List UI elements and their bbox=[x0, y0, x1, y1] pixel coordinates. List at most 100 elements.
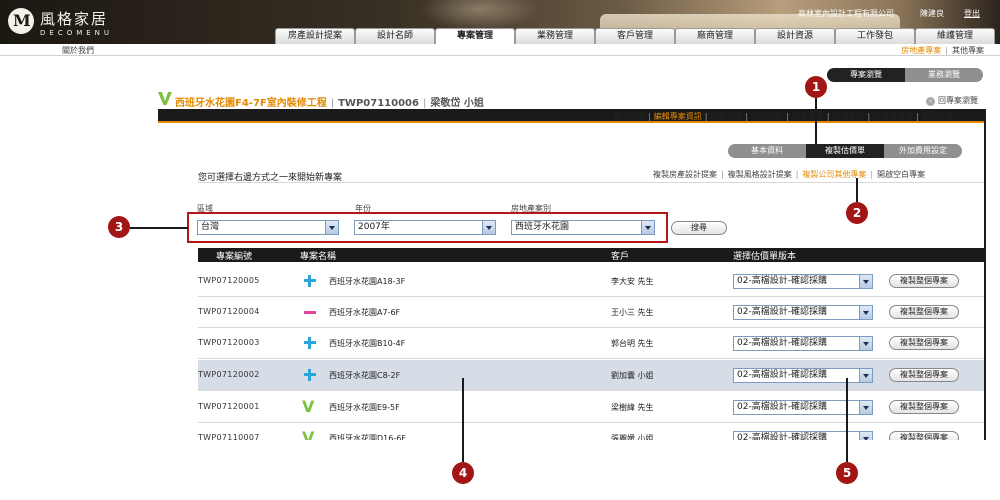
header-banner: 風格家居 DECOMENU 高林室內設計工程有限公司 陳建良 登出 房產設計提案… bbox=[0, 0, 1000, 44]
action-schedule[interactable]: 工程進度表 bbox=[873, 112, 913, 121]
nav-tab-design-resources[interactable]: 設計資源 bbox=[755, 28, 835, 44]
tab-extra-fees[interactable]: 外加費用設定 bbox=[884, 144, 962, 158]
real-estate-projects-link[interactable]: 房地產專案 bbox=[901, 46, 941, 55]
logout-link[interactable]: 登出 bbox=[964, 8, 980, 19]
separator: | bbox=[704, 112, 708, 121]
chevron-down-icon bbox=[859, 306, 872, 319]
banner-lamp-glow bbox=[420, 0, 540, 30]
separator: | bbox=[945, 46, 948, 55]
copy-project-button[interactable]: 複製整個專案 bbox=[889, 274, 959, 288]
year-value: 2007年 bbox=[358, 222, 390, 232]
copy-house-proposal-link[interactable]: 複製房產設計提案 bbox=[653, 170, 717, 179]
nav-tab-house-design[interactable]: 房產設計提案 bbox=[275, 28, 355, 44]
logo-chinese: 風格家居 bbox=[40, 10, 109, 28]
back-to-list-label: 回專案瀏覽 bbox=[938, 96, 978, 105]
copy-project-button[interactable]: 複製整個專案 bbox=[889, 368, 959, 382]
separator: | bbox=[870, 170, 874, 179]
action-accounts[interactable]: 帳款瀏覽 bbox=[922, 112, 954, 121]
action-purchase[interactable]: 採購發包 bbox=[833, 112, 865, 121]
business-browse-tab[interactable]: 業務瀏覽 bbox=[905, 68, 983, 82]
check-v-icon: V bbox=[302, 397, 315, 416]
copy-project-button[interactable]: 複製整個專案 bbox=[889, 305, 959, 319]
about-link[interactable]: 關於我們 bbox=[62, 45, 94, 56]
action-meeting-log[interactable]: 洽談記錄 bbox=[751, 112, 783, 121]
year-select[interactable]: 2007年 bbox=[354, 220, 496, 235]
copy-project-button[interactable]: 複製整個專案 bbox=[889, 400, 959, 414]
chevron-down-icon bbox=[859, 369, 872, 382]
separator: | bbox=[867, 112, 871, 121]
project-actions: 客戶提報 | 編輯專案資訊 | 檢索進度 | 洽談記錄 | 估價清單 | 採購發包 | 工程進度表 | 帳款… bbox=[613, 111, 954, 122]
row-project-code: TWP07120002 bbox=[198, 370, 260, 379]
row-project-code: TWP07120005 bbox=[198, 276, 260, 285]
project-browse-tab[interactable]: 專案瀏覽 bbox=[827, 68, 905, 82]
case-value: 西班牙水花園 bbox=[515, 222, 570, 232]
plus-icon[interactable] bbox=[302, 367, 318, 383]
callout-2-leader bbox=[856, 178, 858, 202]
page: 風格家居 DECOMENU 高林室內設計工程有限公司 陳建良 登出 房產設計提案… bbox=[0, 0, 1000, 500]
divider bbox=[198, 182, 984, 183]
main-nav: 房產設計提案 設計名師 專案管理 業務管理 客戶管理 廠商管理 設計資源 工作發… bbox=[275, 28, 995, 44]
check-v-icon bbox=[158, 92, 172, 105]
version-value: 02-高檔設計-確認採購 bbox=[737, 402, 827, 412]
back-arrow-icon: ‹ bbox=[926, 97, 935, 106]
plus-icon[interactable] bbox=[302, 335, 318, 351]
action-progress[interactable]: 檢索進度 bbox=[710, 112, 742, 121]
callout-4: 4 bbox=[452, 462, 474, 484]
version-select[interactable]: 02-高檔設計-確認採購 bbox=[733, 368, 873, 383]
blank-project-link[interactable]: 開啟空白專案 bbox=[877, 170, 925, 179]
plus-icon[interactable] bbox=[302, 273, 318, 289]
nav-tab-work-orders[interactable]: 工作發包 bbox=[835, 28, 915, 44]
nav-tab-project-management[interactable]: 專案管理 bbox=[435, 28, 515, 44]
nav-tab-vendors[interactable]: 廠商管理 bbox=[675, 28, 755, 44]
row-project-name: 西班牙水花園B10-4F bbox=[329, 339, 406, 348]
nav-tab-designers[interactable]: 設計名師 bbox=[355, 28, 435, 44]
separator: | bbox=[795, 170, 799, 179]
chevron-down-icon bbox=[641, 221, 654, 234]
other-projects-link[interactable]: 其他專案 bbox=[952, 46, 984, 55]
table-row-highlighted: TWP07120002 西班牙水花園C8-2F 劉加囊 小姐 02-高檔設計-確… bbox=[198, 360, 984, 391]
separator: | bbox=[648, 112, 651, 121]
nav-tab-business[interactable]: 業務管理 bbox=[515, 28, 595, 44]
callout-3-leader bbox=[130, 227, 188, 229]
minus-icon[interactable] bbox=[302, 304, 318, 320]
copy-method-links: 複製房產設計提案 | 複製風格設計提案 | 複製公司其他專案 | 開啟空白專案 bbox=[653, 169, 925, 180]
nav-tab-customers[interactable]: 客戶管理 bbox=[595, 28, 675, 44]
logo-icon[interactable] bbox=[8, 8, 34, 34]
table-row: TWP07120005 西班牙水花園A18-3F 李大安 先生 02-高檔設計-… bbox=[198, 266, 984, 297]
nav-tab-maintenance[interactable]: 維護管理 bbox=[915, 28, 995, 44]
view-toggle: 專案瀏覽 業務瀏覽 bbox=[827, 68, 983, 82]
region-select[interactable]: 台灣 bbox=[197, 220, 339, 235]
tab-copy-quote[interactable]: 複製估價單 bbox=[806, 144, 884, 158]
row-project-code: TWP07120004 bbox=[198, 307, 260, 316]
project-name: 西班牙水花園F4-7F室內裝修工程 bbox=[175, 98, 327, 109]
version-select[interactable]: 02-高檔設計-確認採購 bbox=[733, 305, 873, 320]
search-button[interactable]: 搜尋 bbox=[671, 221, 727, 235]
tab-basic-info[interactable]: 基本資料 bbox=[728, 144, 806, 158]
version-select[interactable]: 02-高檔設計-確認採購 bbox=[733, 274, 873, 289]
project-type-links: 房地產專案 | 其他專案 bbox=[901, 45, 984, 56]
separator: | bbox=[721, 170, 724, 179]
action-edit-project[interactable]: 編輯專案資訊 bbox=[654, 112, 702, 121]
chevron-down-icon bbox=[325, 221, 338, 234]
version-select[interactable]: 02-高檔設計-確認採購 bbox=[733, 336, 873, 351]
separator: | bbox=[916, 112, 919, 121]
sub-strip: 關於我們 房地產專案 | 其他專案 bbox=[0, 44, 1000, 56]
copy-project-button[interactable]: 複製整個專案 bbox=[889, 336, 959, 350]
table-row: TWP07120001 V 西班牙水花園E9-5F 梁樹緯 先生 02-高檔設計… bbox=[198, 392, 984, 423]
row-project-name: 西班牙水花園E9-5F bbox=[329, 403, 400, 412]
row-client: 郭台明 先生 bbox=[611, 339, 654, 348]
version-select[interactable]: 02-高檔設計-確認採購 bbox=[733, 400, 873, 415]
callout-3: 3 bbox=[108, 216, 130, 238]
header-client: 客戶 bbox=[611, 252, 630, 262]
back-to-list-link[interactable]: ‹ 回專案瀏覽 bbox=[926, 95, 978, 106]
chevron-down-icon bbox=[859, 337, 872, 350]
action-quote-list[interactable]: 估價清單 bbox=[792, 112, 824, 121]
project-client: 梁敬岱 小姐 bbox=[430, 98, 484, 109]
copy-style-proposal-link[interactable]: 複製風格設計提案 bbox=[728, 170, 792, 179]
sub-tabs: 基本資料 複製估價單 外加費用設定 bbox=[728, 144, 962, 158]
action-client-report[interactable]: 客戶提報 bbox=[613, 112, 645, 121]
table-row: TWP07120004 西班牙水花園A7-6F 王小三 先生 02-高檔設計-確… bbox=[198, 297, 984, 328]
case-select[interactable]: 西班牙水花園 bbox=[511, 220, 655, 235]
company-name: 高林室內設計工程有限公司 bbox=[798, 9, 894, 18]
region-value: 台灣 bbox=[201, 222, 220, 232]
